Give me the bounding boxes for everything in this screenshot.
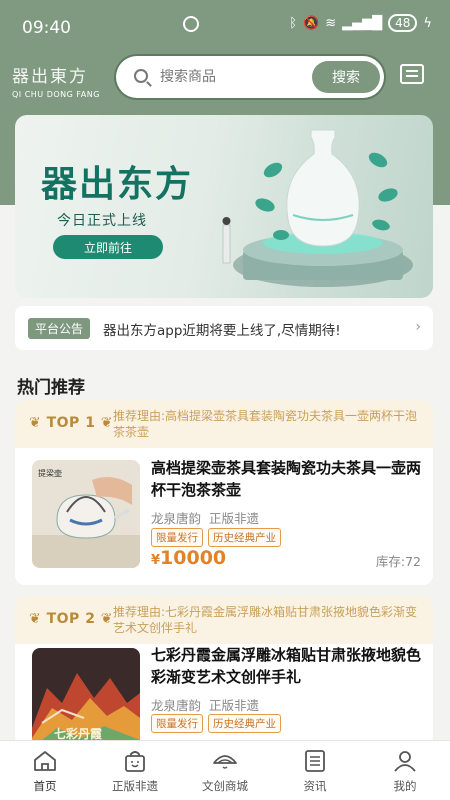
- logo-english: QI CHU DONG FANG: [12, 90, 100, 99]
- search-icon: [134, 69, 148, 83]
- currency-symbol: ¥: [151, 553, 161, 568]
- list-icon: [305, 750, 325, 772]
- chevron-right-icon: ›: [415, 319, 421, 335]
- promo-banner[interactable]: 器出东方 今日正式上线 立即前往: [15, 115, 433, 298]
- recommend-reason: 推荐理由:七彩丹霞金属浮雕冰箱贴甘肃张掖地貌色彩渐变艺术文创伴手礼: [113, 605, 418, 635]
- charging-icon: ϟ: [423, 15, 432, 31]
- product-name[interactable]: 七彩丹霞金属浮雕冰箱贴甘肃张掖地貌色彩渐变艺术文创伴手礼: [151, 644, 423, 688]
- product-card[interactable]: ❦ TOP 2 ❦ 推荐理由:七彩丹霞金属浮雕冰箱贴甘肃张掖地貌色彩渐变艺术文创…: [15, 596, 433, 746]
- product-image[interactable]: 提梁壶: [32, 460, 140, 568]
- bag-icon: [125, 751, 145, 772]
- recommend-reason: 推荐理由:高档提梁壶茶具套装陶瓷功夫茶具一壶两杯干泡茶茶壶: [113, 409, 418, 439]
- tab-label: 文创商城: [202, 779, 248, 793]
- hat-icon: [213, 755, 237, 769]
- section-title: 热门推荐: [17, 378, 85, 398]
- thumb-caption: 七彩丹霞: [54, 726, 103, 741]
- banner-subtitle: 今日正式上线: [57, 213, 147, 229]
- shop-name: 龙泉唐韵: [151, 698, 202, 713]
- tab-news[interactable]: 资讯: [270, 741, 360, 800]
- product-price: ¥10000: [151, 547, 226, 569]
- product-card[interactable]: ❦ TOP 1 ❦ 推荐理由:高档提梁壶茶具套装陶瓷功夫茶具一壶两杯干泡茶茶壶 …: [15, 400, 433, 585]
- product-tags: 限量发行 历史经典产业: [151, 528, 281, 547]
- tag-limited: 限量发行: [151, 528, 203, 547]
- wifi-icon: ≋: [325, 15, 337, 31]
- product-meta: 龙泉唐韵 正版非遗: [151, 508, 259, 527]
- authentic-label: 正版非遗: [209, 698, 260, 713]
- tag-classic: 历史经典产业: [208, 528, 281, 547]
- status-icons: ᛒ 🔕 ≋ ▂▄▆█ 48 ϟ: [289, 14, 432, 32]
- alarm-icon: [183, 16, 199, 32]
- product-meta: 龙泉唐韵 正版非遗: [151, 695, 259, 714]
- tag-limited: 限量发行: [151, 714, 203, 733]
- rank-label: TOP 2: [46, 611, 96, 627]
- recommend-header: ❦ TOP 2 ❦ 推荐理由:七彩丹霞金属浮雕冰箱贴甘肃张掖地貌色彩渐变艺术文创…: [15, 596, 433, 644]
- search-bar: 搜索: [116, 56, 384, 98]
- status-bar: 09:40 ᛒ 🔕 ≋ ▂▄▆█ 48 ϟ: [0, 0, 450, 50]
- rank-badge: ❦ TOP 1 ❦: [29, 415, 114, 431]
- tab-profile[interactable]: 我的: [360, 741, 450, 800]
- brand-logo[interactable]: 器出東方 QI CHU DONG FANG: [12, 62, 100, 99]
- tab-home[interactable]: 首页: [0, 741, 90, 800]
- tab-label: 正版非遗: [112, 779, 158, 793]
- status-time: 09:40: [22, 18, 71, 38]
- recommend-header: ❦ TOP 1 ❦ 推荐理由:高档提梁壶茶具套装陶瓷功夫茶具一壶两杯干泡茶茶壶: [15, 400, 433, 448]
- stock-count: 库存:72: [375, 554, 421, 569]
- signal-icon: ▂▄▆█: [342, 15, 383, 31]
- announcement-bar[interactable]: 平台公告 器出东方app近期将要上线了,尽情期待! ›: [15, 306, 433, 350]
- tab-label: 首页: [33, 779, 57, 793]
- thumb-caption: 提梁壶: [38, 468, 62, 478]
- rank-label: TOP 1: [46, 415, 96, 431]
- user-icon: [394, 751, 416, 772]
- search-input[interactable]: [160, 56, 310, 98]
- vase-illustration: [222, 129, 413, 287]
- announcement-tag: 平台公告: [28, 318, 91, 339]
- product-image[interactable]: 七彩丹霞: [32, 648, 140, 746]
- tag-classic: 历史经典产业: [208, 714, 281, 733]
- banner-cta-button[interactable]: 立即前往: [53, 235, 163, 259]
- rank-badge: ❦ TOP 2 ❦: [29, 611, 114, 627]
- logo-chinese: 器出東方: [12, 67, 88, 87]
- banner-title: 器出东方: [41, 164, 194, 205]
- mute-icon: 🔕: [303, 15, 320, 31]
- tab-label: 资讯: [303, 779, 327, 793]
- tab-heritage[interactable]: 正版非遗: [90, 741, 180, 800]
- tab-label: 我的: [393, 779, 417, 793]
- bluetooth-icon: ᛒ: [289, 15, 298, 31]
- shop-name: 龙泉唐韵: [151, 511, 202, 526]
- price-value: 10000: [160, 547, 227, 569]
- product-name[interactable]: 高档提梁壶茶具套装陶瓷功夫茶具一壶两杯干泡茶茶壶: [151, 457, 423, 501]
- product-tags: 限量发行 历史经典产业: [151, 714, 281, 733]
- home-icon: [34, 751, 56, 771]
- battery-indicator: 48: [388, 14, 418, 32]
- message-icon[interactable]: [400, 64, 424, 84]
- tab-mall[interactable]: 文创商城: [180, 741, 270, 800]
- bottom-tab-bar: 首页 正版非遗 文创商城 资讯 我的: [0, 740, 450, 800]
- announcement-text: 器出东方app近期将要上线了,尽情期待!: [103, 323, 341, 339]
- authentic-label: 正版非遗: [209, 511, 260, 526]
- search-button[interactable]: 搜索: [312, 61, 380, 93]
